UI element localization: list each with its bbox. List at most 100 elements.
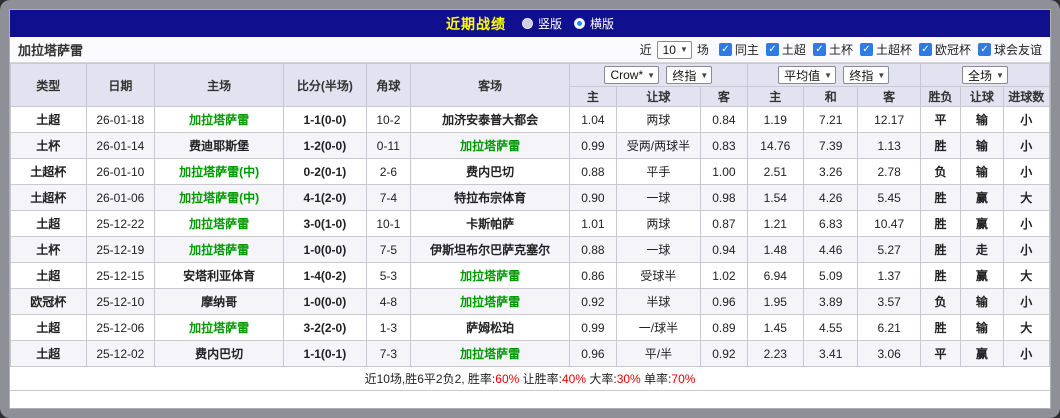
- away-team[interactable]: 伊斯坦布尔巴萨克塞尔: [410, 236, 571, 263]
- result-group-header: 全场 ▼: [919, 63, 1050, 87]
- odds-time-select-1[interactable]: 终指 ▼: [666, 66, 713, 84]
- match-date: 25-12-10: [85, 288, 156, 315]
- checkbox-icon[interactable]: ✓: [812, 43, 826, 56]
- table-row: 土超 25-12-02 费内巴切 1-1(0-1) 7-3 加拉塔萨雷 0.96 平/半 0.9…: [10, 340, 1050, 367]
- filter-checkbox[interactable]: ✓ 欧冠杯: [918, 41, 971, 58]
- result-outcome: 胜: [919, 132, 962, 159]
- match-type-badge: 土超杯: [10, 158, 87, 185]
- avg-odds-select[interactable]: 平均值 ▼: [778, 66, 837, 84]
- odds-away: 0.92: [700, 340, 748, 367]
- avg-home-odds: 1.19: [746, 106, 805, 133]
- match-score: 1-4(0-2): [283, 262, 367, 289]
- away-team[interactable]: 卡斯帕萨: [410, 210, 571, 237]
- result-outcome: 胜: [919, 314, 962, 341]
- odds-home: 0.90: [569, 184, 617, 211]
- checkbox-icon[interactable]: ✓: [859, 43, 873, 56]
- corner-score: 10-1: [365, 210, 412, 237]
- odds-source-select[interactable]: Crow* ▼: [604, 66, 660, 84]
- odds-home: 0.86: [569, 262, 617, 289]
- corner-score: 7-5: [365, 236, 412, 263]
- summary-rate-value: 40%: [561, 371, 587, 386]
- radio-icon[interactable]: [521, 18, 533, 29]
- home-team[interactable]: 加拉塔萨雷(中): [154, 184, 285, 211]
- home-team[interactable]: 费内巴切: [154, 340, 285, 367]
- away-team[interactable]: 特拉布宗体育: [410, 184, 571, 211]
- handicap-outcome: 输: [960, 314, 1004, 341]
- filter-controls: 近 10 ▼ 场 ✓ 同主 ✓ 土超 ✓ 土杯 ✓ 土超杯 ✓ 欧冠杯 ✓ 球会友谊: [639, 40, 1042, 59]
- odds-time-select-2[interactable]: 终指 ▼: [843, 66, 890, 84]
- avg-draw-odds: 3.26: [802, 158, 859, 185]
- away-team[interactable]: 加拉塔萨雷: [410, 262, 571, 289]
- filter-checkbox[interactable]: ✓ 同主: [718, 41, 759, 58]
- home-team[interactable]: 安塔利亚体育: [154, 262, 285, 289]
- goals-outcome: 小: [1002, 288, 1050, 315]
- avg-away-odds: 3.57: [857, 288, 921, 315]
- odds-home: 0.99: [569, 314, 617, 341]
- away-team[interactable]: 加拉塔萨雷: [410, 340, 571, 367]
- odds-handicap: 两球: [615, 210, 702, 237]
- layout-radio-group: 竖版 横版: [521, 15, 614, 32]
- col-header-corner: 角球: [365, 63, 412, 107]
- filter-checkbox[interactable]: ✓ 土超: [765, 41, 806, 58]
- avg-away-odds: 5.27: [857, 236, 921, 263]
- match-date: 25-12-02: [85, 340, 156, 367]
- filter-checkbox-label: 土超杯: [875, 43, 912, 57]
- col-header-avg-home: 主: [746, 86, 805, 107]
- avg-draw-odds: 7.21: [802, 106, 859, 133]
- results-table: 类型 日期 主场 比分(半场) 角球 客场 Crow* ▼ 终指 ▼ 平均值 ▼ 终指…: [10, 63, 1050, 367]
- layout-radio-option[interactable]: 横版: [574, 15, 614, 32]
- away-team[interactable]: 费内巴切: [410, 158, 571, 185]
- chevron-down-icon: ▼: [679, 45, 688, 54]
- match-date: 25-12-19: [85, 236, 156, 263]
- filter-checkbox[interactable]: ✓ 球会友谊: [977, 41, 1042, 58]
- home-team[interactable]: 加拉塔萨雷(中): [154, 158, 285, 185]
- table-row: 土超 25-12-15 安塔利亚体育 1-4(0-2) 5-3 加拉塔萨雷 0.86 受球半 1…: [10, 262, 1050, 289]
- result-outcome: 胜: [919, 210, 962, 237]
- home-team[interactable]: 加拉塔萨雷: [154, 236, 285, 263]
- table-row: 土杯 25-12-19 加拉塔萨雷 1-0(0-0) 7-5 伊斯坦布尔巴萨克塞尔 0.88…: [10, 236, 1050, 263]
- filter-checkbox-label: 球会友谊: [993, 43, 1042, 57]
- away-team[interactable]: 萨姆松珀: [410, 314, 571, 341]
- filter-checkbox[interactable]: ✓ 土杯: [812, 41, 853, 58]
- col-header-avg-away: 客: [857, 86, 921, 107]
- filter-checkbox[interactable]: ✓ 土超杯: [859, 41, 912, 58]
- home-team[interactable]: 摩纳哥: [154, 288, 285, 315]
- avg-home-odds: 1.45: [746, 314, 805, 341]
- table-row: 土超杯 26-01-06 加拉塔萨雷(中) 4-1(2-0) 7-4 特拉布宗体育 0.90…: [10, 184, 1050, 211]
- chevron-down-icon: ▼: [877, 70, 886, 80]
- home-team[interactable]: 加拉塔萨雷: [154, 314, 285, 341]
- away-team[interactable]: 加拉塔萨雷: [410, 288, 571, 315]
- match-type-badge: 土超: [10, 262, 87, 289]
- avg-away-odds: 12.17: [857, 106, 921, 133]
- checkbox-icon[interactable]: ✓: [918, 43, 932, 56]
- home-team[interactable]: 加拉塔萨雷: [154, 106, 285, 133]
- avg-draw-odds: 6.83: [802, 210, 859, 237]
- odds-away: 0.98: [700, 184, 748, 211]
- col-header-avg-draw: 和: [802, 86, 859, 107]
- checkbox-icon[interactable]: ✓: [765, 43, 779, 56]
- checkbox-icon[interactable]: ✓: [977, 43, 991, 56]
- match-score: 1-1(0-0): [283, 106, 367, 133]
- handicap-outcome: 赢: [960, 210, 1004, 237]
- layout-radio-option[interactable]: 竖版: [521, 15, 562, 32]
- home-team[interactable]: 加拉塔萨雷: [154, 210, 285, 237]
- checkbox-icon[interactable]: ✓: [718, 43, 732, 56]
- match-score: 1-0(0-0): [283, 288, 367, 315]
- league-filter-checkboxes: ✓ 同主 ✓ 土超 ✓ 土杯 ✓ 土超杯 ✓ 欧冠杯 ✓ 球会友谊: [712, 41, 1042, 58]
- away-team[interactable]: 加济安泰普大都会: [410, 106, 571, 133]
- match-count-select[interactable]: 10 ▼: [656, 40, 692, 59]
- recent-label: 近: [639, 43, 652, 57]
- content-panel: 近期战绩 竖版 横版 加拉塔萨雷 近 10 ▼ 场 ✓ 同主 ✓ 土超 ✓ 土杯 ✓ 土超杯 ✓ 欧冠…: [9, 9, 1051, 409]
- avg-home-odds: 1.21: [746, 210, 805, 237]
- period-select[interactable]: 全场 ▼: [961, 66, 1008, 84]
- avg-home-odds: 1.48: [746, 236, 805, 263]
- home-team[interactable]: 费迪耶斯堡: [154, 132, 285, 159]
- odds-home: 0.96: [569, 340, 617, 367]
- radio-icon[interactable]: [574, 18, 585, 29]
- match-score: 1-0(0-0): [283, 236, 367, 263]
- col-header-score: 比分(半场): [283, 63, 367, 107]
- away-team[interactable]: 加拉塔萨雷: [410, 132, 571, 159]
- match-score: 1-2(0-0): [283, 132, 367, 159]
- avg-draw-odds: 7.39: [802, 132, 859, 159]
- result-outcome: 胜: [919, 236, 962, 263]
